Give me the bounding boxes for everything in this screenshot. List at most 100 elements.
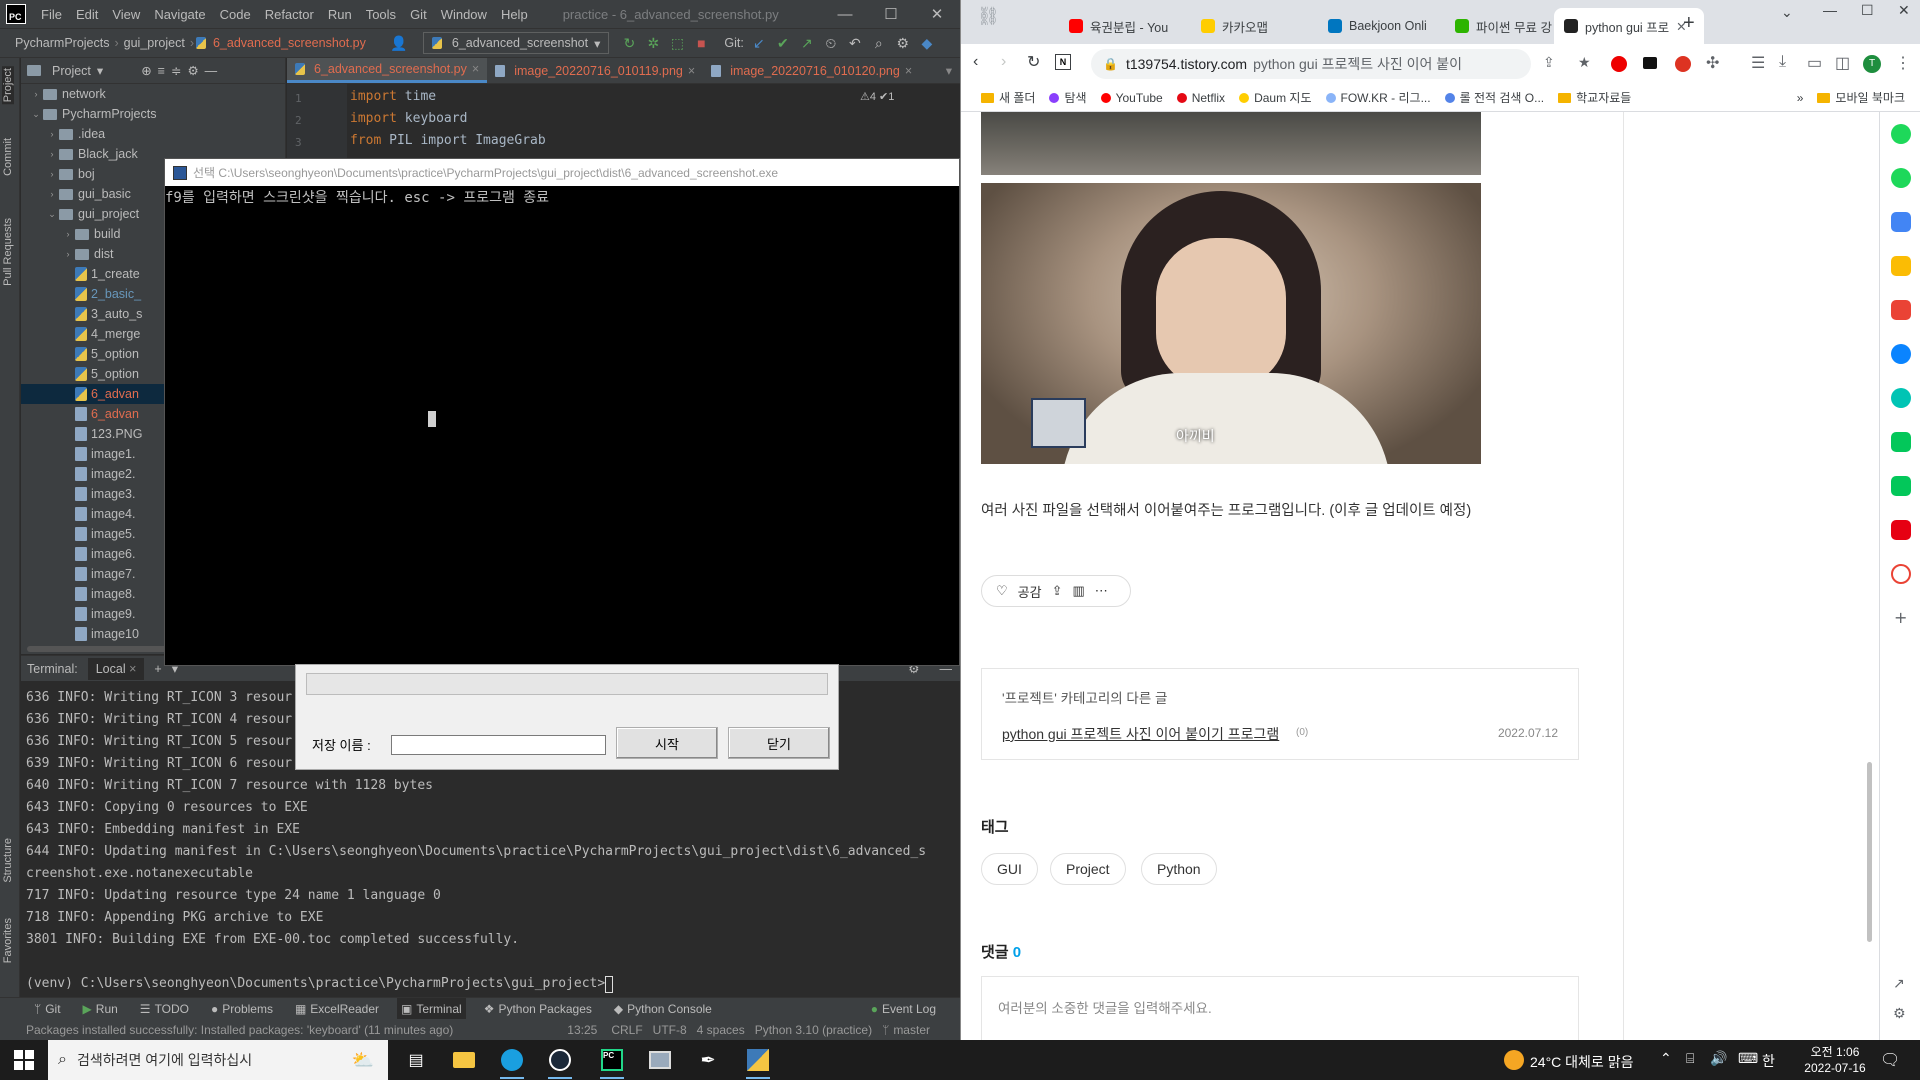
side-tab-structure[interactable]: Structure	[2, 838, 14, 883]
status-indent[interactable]: 4 spaces	[697, 1023, 745, 1037]
volume-icon[interactable]: 🔊	[1710, 1050, 1727, 1067]
settings-icon[interactable]: ⚙	[187, 63, 198, 78]
tree-item[interactable]: › .idea	[21, 124, 285, 144]
browser-tab-active[interactable]: python gui 프로 ✕	[1554, 8, 1704, 44]
chevron-down-icon[interactable]: ⌄	[45, 209, 59, 220]
add-icon[interactable]: +	[1894, 608, 1907, 627]
download-icon[interactable]: ⤓	[1779, 53, 1786, 71]
play-icon[interactable]	[1891, 388, 1911, 408]
bookmark-item[interactable]: YouTube	[1100, 91, 1163, 105]
side-panel-icon[interactable]: ◫	[1835, 53, 1850, 73]
extension-icon[interactable]	[1675, 56, 1691, 72]
browser-tab[interactable]: Baekjoon Onli	[1318, 8, 1443, 44]
search-icon[interactable]: ⌕	[867, 31, 891, 55]
photos-icon[interactable]	[640, 1044, 680, 1076]
menu-edit[interactable]: Edit	[69, 7, 105, 22]
tool-tab-todo[interactable]: ☰ TODO	[136, 998, 193, 1020]
breadcrumb-root[interactable]: PycharmProjects	[12, 36, 112, 50]
tool-tab-terminal[interactable]: ▣ Terminal	[397, 997, 466, 1020]
pen-app-icon[interactable]: ✒	[688, 1044, 728, 1076]
chevron-right-icon[interactable]: ›	[61, 249, 75, 259]
coverage-icon[interactable]: ⬚	[665, 31, 689, 55]
windows-start-icon[interactable]	[14, 1050, 34, 1070]
chevron-right-icon[interactable]: ›	[29, 89, 43, 99]
side-tab-commit[interactable]: Commit	[2, 138, 14, 176]
jetbrains-icon[interactable]: ◆	[915, 31, 939, 55]
side-tab-pull-requests[interactable]: Pull Requests	[2, 218, 14, 286]
editor-tab-active[interactable]: 6_advanced_screenshot.py ×	[287, 58, 488, 83]
chevron-right-icon[interactable]: ›	[61, 229, 75, 239]
close-icon[interactable]: ×	[472, 62, 479, 76]
status-caret-position[interactable]: 13:25	[567, 1023, 597, 1037]
stats-icon[interactable]: ▥	[1072, 583, 1084, 599]
more-icon[interactable]: ⋯	[1095, 583, 1108, 599]
stop-icon[interactable]: ■	[689, 31, 713, 55]
bookmark-item[interactable]: 새 폴더	[981, 89, 1035, 106]
menu-window[interactable]: Window	[434, 7, 494, 22]
close-button[interactable]: 닫기	[728, 727, 830, 759]
tree-item[interactable]: ⌄ PycharmProjects	[21, 104, 285, 124]
tool-tab-excelreader[interactable]: ▦ ExcelReader	[291, 998, 383, 1020]
naver-webtoon-icon[interactable]	[1891, 432, 1911, 452]
taskbar-search[interactable]: ⌕ 검색하려면 여기에 입력하십시 ⛅	[48, 1040, 388, 1080]
reading-list-icon[interactable]: ☰	[1751, 53, 1765, 73]
tag-chip[interactable]: Python	[1141, 853, 1217, 885]
status-git-branch[interactable]: master	[893, 1023, 930, 1037]
tool-tab-python-packages[interactable]: ❖ Python Packages	[480, 998, 596, 1020]
share-icon[interactable]: ⇪	[1052, 583, 1063, 599]
naver-icon[interactable]: N	[1055, 54, 1071, 70]
close-icon[interactable]: ×	[905, 64, 912, 78]
start-button[interactable]: 시작	[616, 727, 718, 759]
project-label[interactable]: Project	[52, 64, 91, 78]
menu-code[interactable]: Code	[213, 7, 258, 22]
tool-tab-python-console[interactable]: ◆ Python Console	[610, 998, 716, 1020]
git-push-icon[interactable]: ↗	[795, 31, 819, 55]
side-tab-project[interactable]: Project	[2, 66, 14, 105]
whale-icon[interactable]	[1891, 124, 1911, 144]
pycharm-taskbar-icon[interactable]: PC	[592, 1044, 632, 1079]
browser-tab[interactable]: 육권분립 - You	[1059, 8, 1189, 44]
ime-indicator[interactable]: 한	[1762, 1051, 1775, 1071]
gmail-icon[interactable]	[1891, 564, 1911, 584]
collapse-all-icon[interactable]: ≑	[171, 63, 181, 78]
share-icon[interactable]: ⇪	[1543, 54, 1555, 71]
extensions-puzzle-icon[interactable]: ✣	[1706, 53, 1719, 73]
bookmark-item[interactable]: FOW.KR - 리그...	[1325, 89, 1431, 106]
locate-icon[interactable]: ⊕	[141, 63, 151, 78]
editor-tab[interactable]: image_20220716_010119.png ×	[487, 58, 703, 83]
notification-icon[interactable]	[1891, 168, 1911, 188]
tab-menu-icon[interactable]: ⌄	[1781, 4, 1793, 21]
network-icon[interactable]: ⌸	[1686, 1050, 1694, 1067]
status-encoding[interactable]: UTF-8	[653, 1023, 687, 1037]
menu-file[interactable]: File	[34, 7, 69, 22]
tab-search-icon[interactable]: ⛓	[977, 6, 1007, 36]
tab-list-icon[interactable]: ▾	[938, 58, 960, 83]
bookmarks-overflow-icon[interactable]: »	[1797, 91, 1804, 105]
like-label[interactable]: 공감	[1018, 582, 1042, 601]
cast-icon[interactable]: ▭	[1807, 53, 1822, 73]
breadcrumb-file[interactable]: 6_advanced_screenshot.py	[210, 36, 369, 50]
minimize-icon[interactable]: —	[1823, 2, 1837, 18]
status-interpreter[interactable]: Python 3.10 (practice)	[755, 1023, 872, 1037]
expand-all-icon[interactable]: ≡	[158, 64, 165, 78]
tool-tab-event-log[interactable]: ● Event Log	[867, 998, 940, 1020]
debug-icon[interactable]: ✲	[641, 31, 665, 55]
menu-tools[interactable]: Tools	[359, 7, 403, 22]
edge-icon[interactable]	[1891, 344, 1911, 364]
whale-browser-icon[interactable]	[492, 1044, 532, 1079]
menu-navigate[interactable]: Navigate	[147, 7, 212, 22]
chevron-right-icon[interactable]: ›	[45, 129, 59, 139]
chevron-down-icon[interactable]: ⌄	[29, 109, 43, 120]
git-update-icon[interactable]: ↙	[747, 31, 771, 55]
chevron-right-icon[interactable]: ›	[45, 149, 59, 159]
run-config-selector[interactable]: 6_advanced_screenshot ▾	[422, 32, 610, 54]
bookmark-item[interactable]: Daum 지도	[1239, 89, 1312, 106]
side-tab-favorites[interactable]: Favorites	[2, 918, 14, 963]
more-menu-icon[interactable]: ⋮	[1895, 53, 1911, 73]
menu-git[interactable]: Git	[403, 7, 434, 22]
bookmark-item[interactable]: 탐색	[1049, 89, 1087, 106]
save-name-input[interactable]	[391, 735, 606, 755]
browser-tab[interactable]: 파이썬 무료 강	[1445, 8, 1570, 44]
heart-icon[interactable]: ♡	[996, 583, 1008, 599]
bookmark-item[interactable]: Netflix	[1176, 91, 1225, 105]
